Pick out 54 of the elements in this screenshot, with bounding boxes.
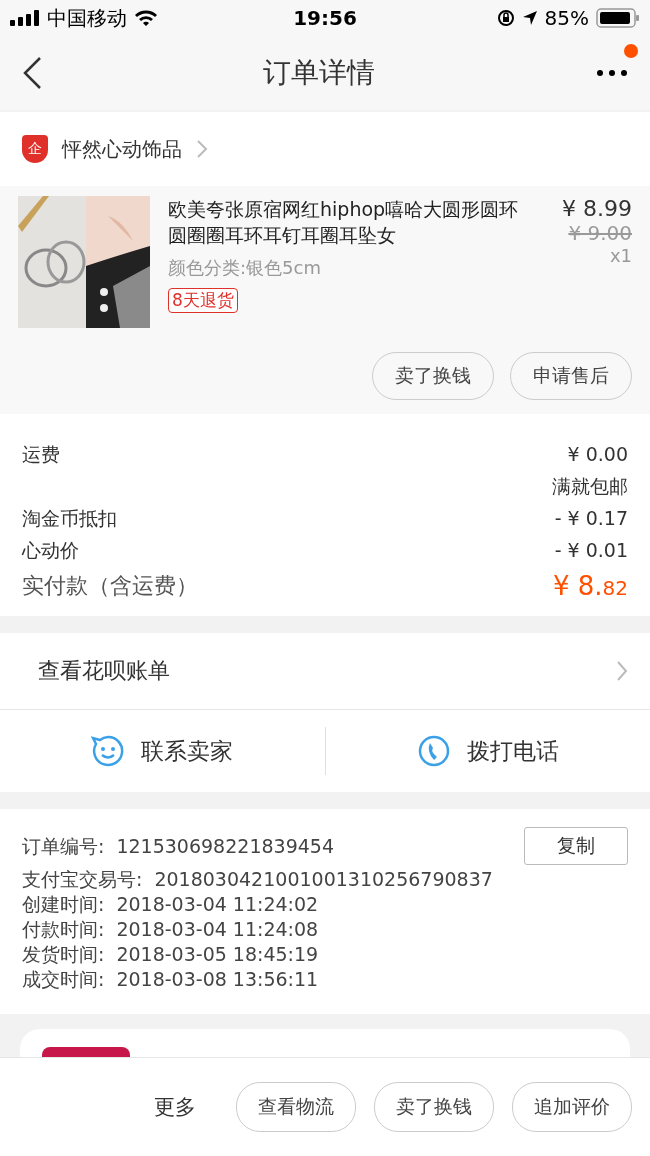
info-value: 2018-03-04 11:24:02 [116,892,319,917]
info-value: 2018-03-05 18:45:19 [116,942,319,967]
info-value: 2018-03-04 11:24:08 [116,917,319,942]
product-title[interactable]: 欧美夸张原宿网红hiphop嘻哈大圆形圆环圆圈圈耳环耳钉耳圈耳坠女 [168,196,524,248]
product-price: ¥ 8.99 [562,196,632,221]
signal-icon [10,10,40,26]
huabei-label: 查看花呗账单 [38,657,170,685]
copy-button[interactable]: 复制 [524,827,628,865]
huabei-bill-row[interactable]: 查看花呗账单 [0,633,650,710]
total-price: ¥ 8.82 [552,572,628,602]
info-value: 2018030421001001310256790837 [154,867,493,892]
back-icon[interactable] [22,56,42,90]
more-icon[interactable] [596,68,628,78]
info-label: 成交时间: [22,967,105,992]
info-value: 2018-03-08 13:56:11 [116,967,319,992]
battery-percent: 85% [544,6,589,30]
product-variant: 颜色分类:银色5cm [168,256,321,280]
info-value: 121530698221839454 [116,833,334,859]
chevron-icon [616,660,628,682]
charge-label: 运费 [22,442,60,467]
location-arrow-icon [521,10,538,26]
smiley-chat-icon [91,734,126,768]
info-label: 订单编号: [22,833,105,859]
shop-row[interactable]: 企 怦然心动饰品 [0,112,650,186]
more-link[interactable]: 更多 [154,1093,196,1121]
info-label: 付款时间: [22,917,105,942]
chevron-icon [196,139,208,159]
action-button[interactable]: 卖了换钱 [372,352,494,400]
action-button[interactable]: 申请售后 [510,352,632,400]
charge-value: - ¥ 0.17 [554,506,628,531]
quantity: x1 [609,245,632,266]
shop-name: 怦然心动饰品 [62,135,182,163]
info-label: 发货时间: [22,942,105,967]
shipping-note: 满就包邮 [552,474,628,499]
action-button[interactable]: 查看物流 [236,1082,356,1132]
charge-value: ¥ 0.00 [567,442,628,467]
action-button[interactable]: 卖了换钱 [374,1082,494,1132]
original-price: ¥ 9.00 [568,221,632,245]
clock-time: 19:56 [293,6,357,30]
carrier-name: 中国移动 [47,4,127,32]
rotation-lock-icon [496,9,515,27]
charge-value: - ¥ 0.01 [554,538,628,563]
page-title: 订单详情 [263,55,375,91]
phone-icon [416,734,451,768]
info-label: 创建时间: [22,892,105,917]
action-button[interactable]: 追加评价 [512,1082,632,1132]
wifi-icon [134,9,158,27]
charge-label: 心动价 [22,538,79,563]
battery-icon [596,8,640,28]
shop-badge: 企 [22,135,48,163]
return-policy-tag: 8天退货 [168,288,238,313]
total-label: 实付款（含运费） [22,572,198,600]
info-label: 支付宝交易号: [22,867,143,892]
charge-label: 淘金币抵扣 [22,506,117,531]
